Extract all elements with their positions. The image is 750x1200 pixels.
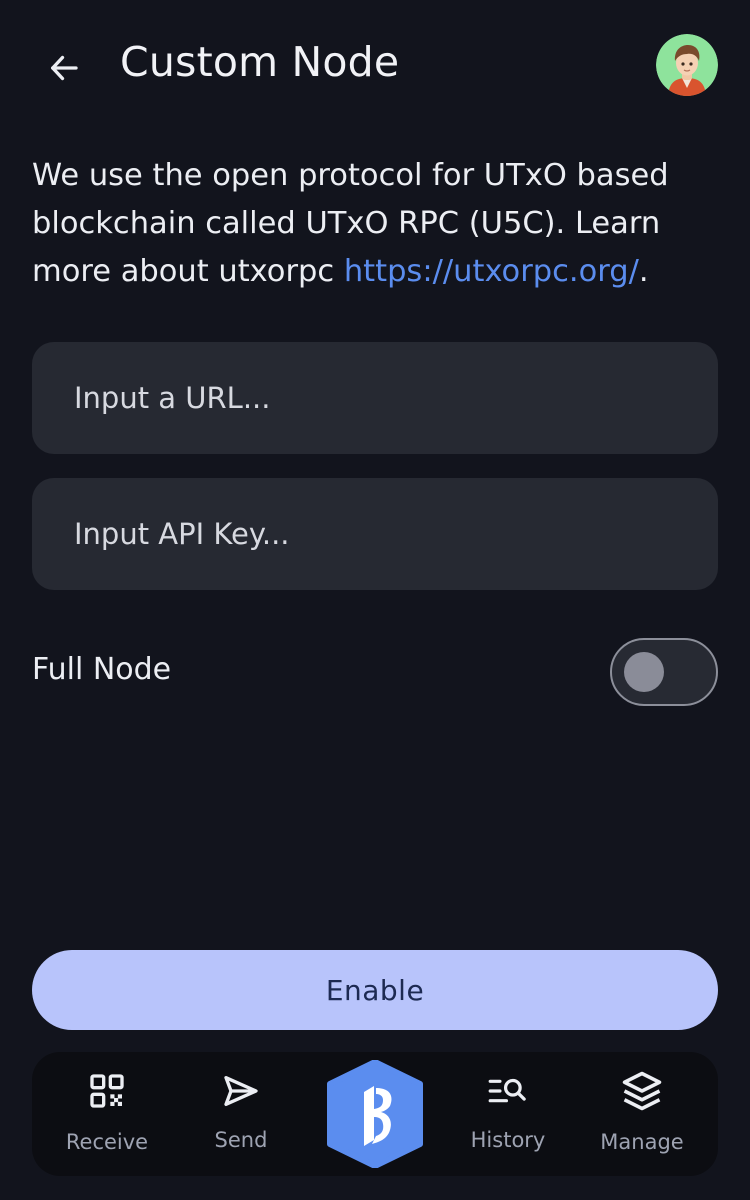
header: Custom Node [0,0,750,136]
url-input-container [32,342,718,454]
page-title: Custom Node [120,38,400,86]
avatar[interactable] [656,34,718,96]
nav-label-receive: Receive [65,1130,149,1154]
qr-code-icon [86,1070,128,1112]
back-button[interactable] [40,46,88,90]
nav-label-manage: Manage [600,1130,684,1154]
send-icon [220,1070,262,1112]
description-text: We use the open protocol for UTxO based … [32,152,722,296]
arrow-left-icon [51,55,78,81]
toggle-knob [624,652,664,692]
nav-item-send[interactable]: Send [181,1052,301,1176]
enable-button[interactable]: Enable [32,950,718,1030]
bottom-nav: Receive Send History Manage [32,1052,718,1176]
home-logo-button[interactable] [326,1059,424,1169]
nav-item-history[interactable]: History [448,1052,568,1176]
nav-label-send: Send [214,1128,268,1152]
utxorpc-link[interactable]: https://utxorpc.org/ [344,254,639,289]
full-node-label: Full Node [32,652,172,687]
app-logo-icon [327,1059,423,1169]
layers-icon [621,1070,663,1112]
custom-node-screen: Custom Node We use the open protocol for… [0,0,750,1200]
url-input[interactable] [72,380,678,416]
api-key-input-container [32,478,718,590]
nav-item-receive[interactable]: Receive [47,1052,167,1176]
user-avatar-icon [656,34,718,96]
nav-label-history: History [470,1128,546,1152]
description-suffix: . [638,254,649,289]
history-search-icon [487,1070,529,1112]
nav-item-manage[interactable]: Manage [582,1052,702,1176]
api-key-input[interactable] [72,516,678,552]
full-node-toggle[interactable] [610,638,718,706]
